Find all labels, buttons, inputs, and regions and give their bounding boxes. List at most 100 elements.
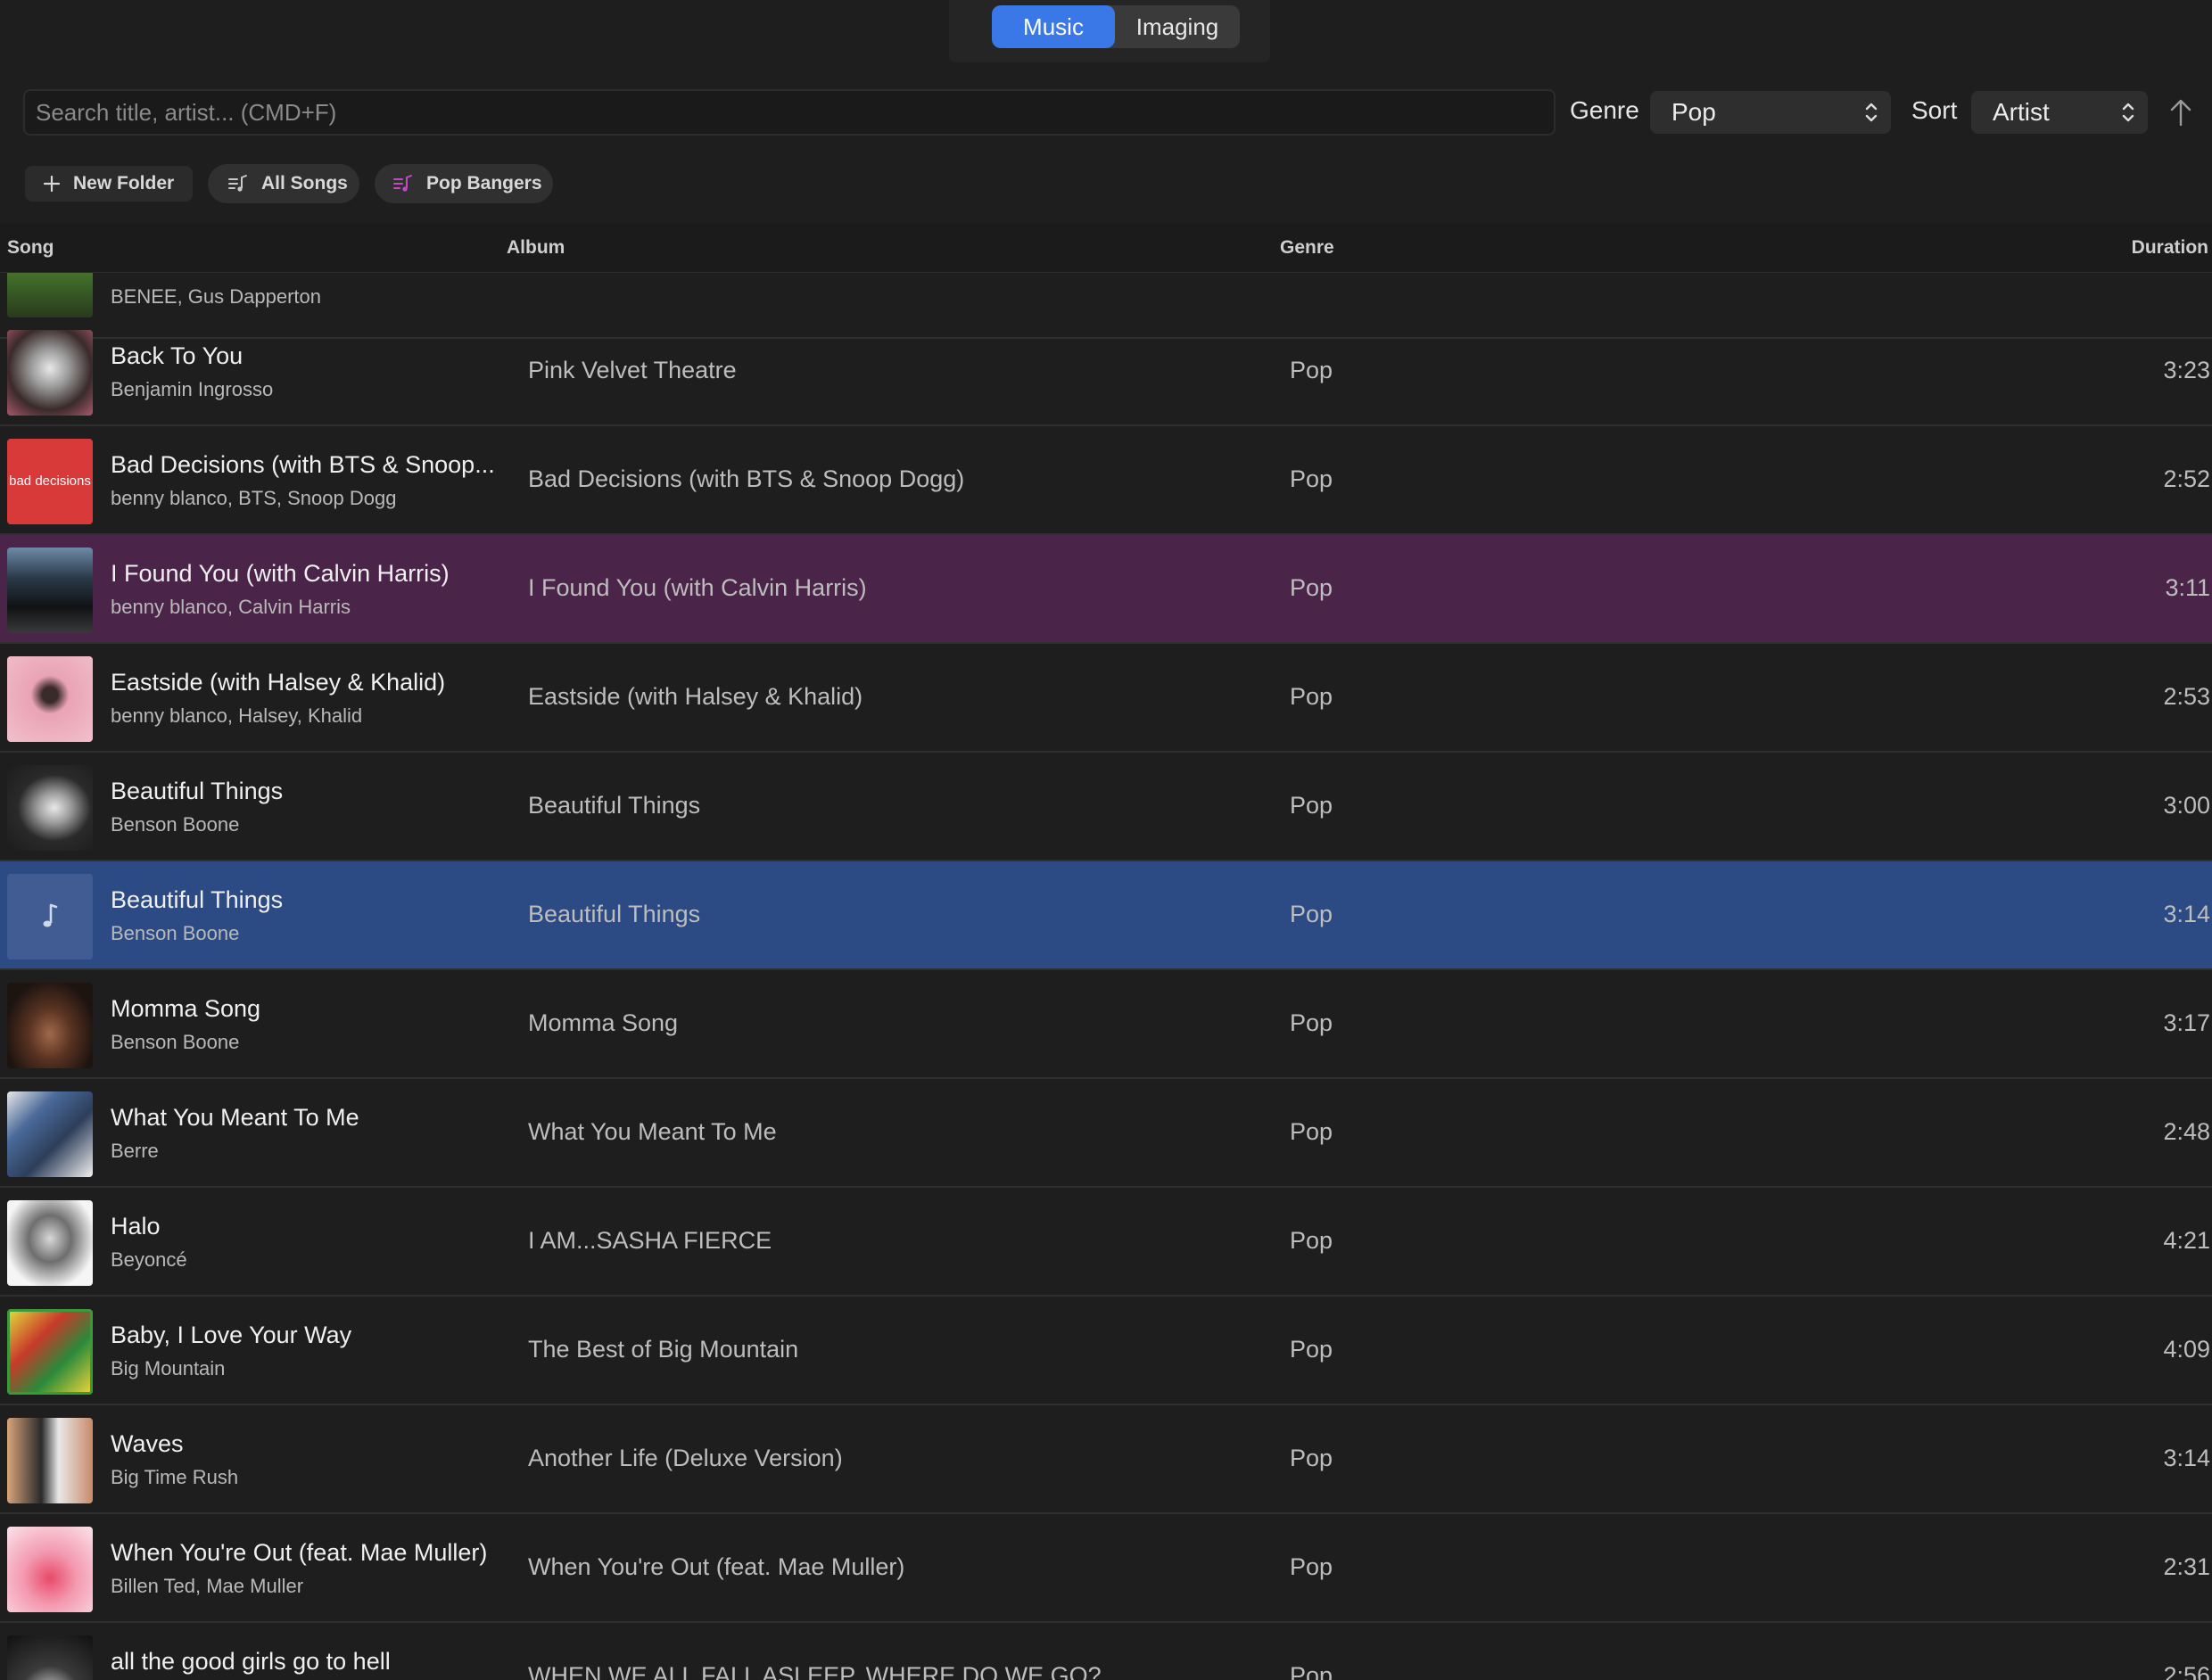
song-title: I Found You (with Calvin Harris) xyxy=(111,560,450,587)
song-album: Eastside (with Halsey & Khalid) xyxy=(528,683,863,710)
song-artist: Berre xyxy=(111,1140,159,1162)
album-art: bad decisions xyxy=(7,439,93,524)
song-duration: 2:48 xyxy=(2163,1118,2210,1145)
table-row-selected[interactable]: Beautiful Things Benson Boone Beautiful … xyxy=(0,861,2212,970)
playlist-icon xyxy=(228,175,247,192)
pop-bangers-label: Pop Bangers xyxy=(426,173,542,194)
sort-label: Sort xyxy=(1911,96,1958,124)
table-row[interactable]: all the good girls go to hell WHEN WE AL… xyxy=(0,1623,2212,1680)
song-artist: Big Time Rush xyxy=(111,1466,239,1488)
song-album: Beautiful Things xyxy=(528,901,701,927)
song-duration: 3:17 xyxy=(2163,1009,2210,1036)
song-album: I Found You (with Calvin Harris) xyxy=(528,574,867,601)
song-genre: Pop xyxy=(1290,1009,1333,1036)
table-row[interactable]: bad decisions Bad Decisions (with BTS & … xyxy=(0,426,2212,535)
song-duration: 2:31 xyxy=(2163,1553,2210,1580)
table-row[interactable]: Halo Beyoncé I AM...SASHA FIERCE Pop 4:2… xyxy=(0,1188,2212,1297)
search-input[interactable]: Search title, artist... (CMD+F) xyxy=(23,89,1556,136)
playlist-all-songs[interactable]: All Songs xyxy=(208,164,359,203)
song-artist: BENEE, Gus Dapperton xyxy=(111,285,322,308)
sort-select-value: Artist xyxy=(1993,98,2050,126)
sort-select[interactable]: Artist xyxy=(1971,91,2148,134)
genre-select-value: Pop xyxy=(1671,98,1716,126)
song-album: What You Meant To Me xyxy=(528,1118,777,1145)
song-list: BENEE, Gus Dapperton Back To You Benjami… xyxy=(0,273,2212,1680)
song-genre: Pop xyxy=(1290,465,1333,492)
song-title: Beautiful Things xyxy=(111,778,284,804)
song-artist: benny blanco, Halsey, Khalid xyxy=(111,704,363,727)
album-art xyxy=(7,1527,93,1612)
album-art xyxy=(7,330,93,416)
table-row[interactable]: Beautiful Things Benson Boone Beautiful … xyxy=(0,753,2212,861)
column-header-genre[interactable]: Genre xyxy=(1280,237,1334,259)
song-album: Momma Song xyxy=(528,1009,679,1036)
chevron-updown-icon xyxy=(1865,103,1878,122)
album-art xyxy=(7,1309,93,1395)
album-art xyxy=(7,548,93,633)
song-duration: 3:14 xyxy=(2163,1445,2210,1471)
song-album: Bad Decisions (with BTS & Snoop Dogg) xyxy=(528,465,965,492)
table-row-selected[interactable]: I Found You (with Calvin Harris) benny b… xyxy=(0,535,2212,644)
column-header-duration[interactable]: Duration xyxy=(2132,237,2208,259)
song-duration: 3:00 xyxy=(2163,792,2210,819)
album-art xyxy=(7,1635,93,1680)
song-album: WHEN WE ALL FALL ASLEEP, WHERE DO WE GO? xyxy=(528,1662,1102,1680)
table-row[interactable]: Momma Song Benson Boone Momma Song Pop 3… xyxy=(0,970,2212,1079)
album-art-placeholder xyxy=(7,874,93,959)
song-title: Waves xyxy=(111,1430,184,1457)
song-title: Bad Decisions (with BTS & Snoop... xyxy=(111,451,495,478)
song-genre: Pop xyxy=(1290,357,1333,383)
table-row[interactable]: When You're Out (feat. Mae Muller) Bille… xyxy=(0,1514,2212,1623)
song-album: Another Life (Deluxe Version) xyxy=(528,1445,843,1471)
column-header-album[interactable]: Album xyxy=(507,237,565,259)
tab-imaging[interactable]: Imaging xyxy=(1115,5,1240,48)
album-art-text: bad decisions xyxy=(9,474,91,489)
song-duration: 4:09 xyxy=(2163,1336,2210,1363)
all-songs-label: All Songs xyxy=(261,173,348,194)
song-duration: 2:56 xyxy=(2163,1662,2210,1680)
song-artist: Big Mountain xyxy=(111,1357,226,1379)
song-title: Baby, I Love Your Way xyxy=(111,1322,352,1348)
table-row[interactable]: Eastside (with Halsey & Khalid) benny bl… xyxy=(0,644,2212,753)
chevron-updown-icon xyxy=(2122,103,2134,122)
song-title: Momma Song xyxy=(111,995,261,1022)
album-art xyxy=(7,273,93,317)
table-row[interactable]: What You Meant To Me Berre What You Mean… xyxy=(0,1079,2212,1188)
table-row[interactable]: Baby, I Love Your Way Big Mountain The B… xyxy=(0,1297,2212,1405)
song-artist: Billen Ted, Mae Muller xyxy=(111,1575,304,1597)
song-genre: Pop xyxy=(1290,901,1333,927)
album-art xyxy=(7,1091,93,1177)
playlist-pop-bangers[interactable]: Pop Bangers xyxy=(375,164,553,203)
song-genre: Pop xyxy=(1290,1553,1333,1580)
genre-select[interactable]: Pop xyxy=(1650,91,1891,134)
song-duration: 3:11 xyxy=(2165,574,2210,601)
tab-music[interactable]: Music xyxy=(992,5,1115,48)
song-genre: Pop xyxy=(1290,1336,1333,1363)
column-header-song[interactable]: Song xyxy=(7,237,54,259)
table-row[interactable]: Back To You Benjamin Ingrosso Pink Velve… xyxy=(0,317,2212,426)
song-duration: 3:14 xyxy=(2163,901,2210,927)
new-folder-label: New Folder xyxy=(73,173,175,194)
song-artist: Beyoncé xyxy=(111,1248,187,1271)
new-folder-button[interactable]: New Folder xyxy=(25,166,193,202)
song-genre: Pop xyxy=(1290,792,1333,819)
song-genre: Pop xyxy=(1290,1662,1333,1680)
song-duration: 3:23 xyxy=(2163,357,2210,383)
song-album: Beautiful Things xyxy=(528,792,701,819)
song-genre: Pop xyxy=(1290,1118,1333,1145)
song-genre: Pop xyxy=(1290,683,1333,710)
sort-ascending-icon[interactable] xyxy=(2167,96,2194,128)
song-duration: 4:21 xyxy=(2163,1227,2210,1254)
song-title: Beautiful Things xyxy=(111,886,284,913)
song-title: Back To You xyxy=(111,342,243,369)
song-duration: 2:52 xyxy=(2163,465,2210,492)
song-artist: benny blanco, BTS, Snoop Dogg xyxy=(111,487,397,509)
music-note-icon xyxy=(43,903,58,927)
mode-segmented-control: Music Imaging xyxy=(992,5,1240,48)
song-artist: Benson Boone xyxy=(111,1031,240,1053)
album-art xyxy=(7,1418,93,1503)
table-row[interactable]: Waves Big Time Rush Another Life (Deluxe… xyxy=(0,1405,2212,1514)
song-artist: Benson Boone xyxy=(111,813,240,836)
song-title: Halo xyxy=(111,1213,161,1239)
song-artist: Benson Boone xyxy=(111,922,240,944)
